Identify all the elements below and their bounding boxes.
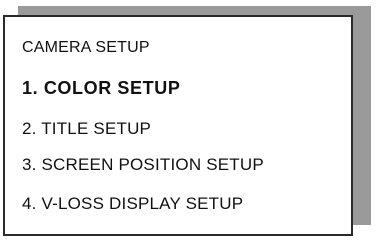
camera-setup-menu: CAMERA SETUP 1. COLOR SETUP 2. TITLE SET… [3, 15, 353, 236]
menu-item-color-setup[interactable]: 1. COLOR SETUP [22, 78, 180, 99]
menu-item-v-loss-display-setup[interactable]: 4. V-LOSS DISPLAY SETUP [22, 194, 243, 214]
menu-title: CAMERA SETUP [22, 39, 150, 56]
menu-item-screen-position-setup[interactable]: 3. SCREEN POSITION SETUP [22, 155, 264, 175]
menu-item-title-setup[interactable]: 2. TITLE SETUP [22, 119, 151, 139]
